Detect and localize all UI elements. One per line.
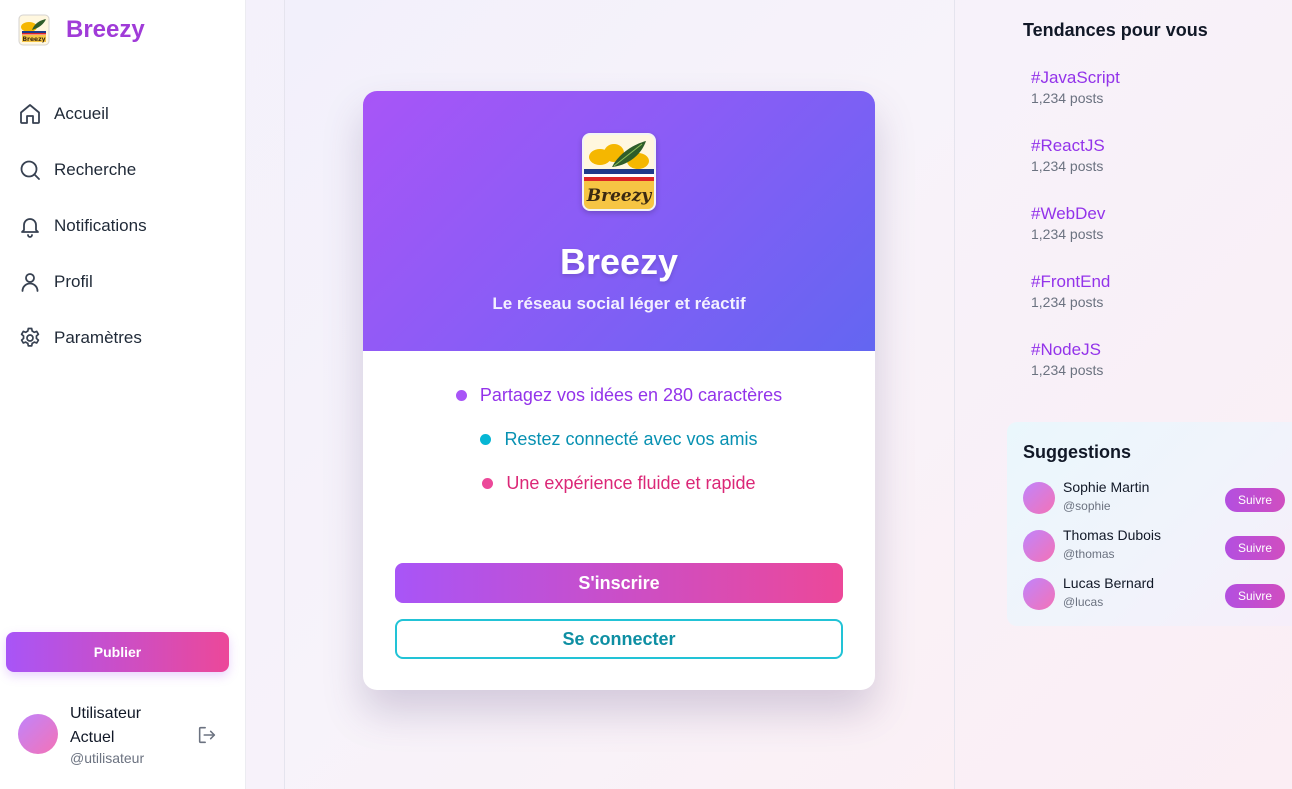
avatar[interactable] xyxy=(1023,482,1055,514)
gear-icon xyxy=(20,327,40,347)
breezy-logo-icon: Breezy xyxy=(582,133,656,211)
follow-button[interactable]: Suivre xyxy=(1225,584,1285,608)
bullet-dot-icon xyxy=(480,433,492,445)
sidebar-item-recherche[interactable]: Recherche xyxy=(18,156,147,184)
sidebar-item-label: Accueil xyxy=(54,104,109,123)
trend-item[interactable]: #NodeJS 1,234 posts xyxy=(1031,340,1283,388)
feature-text: Partagez vos idées en 280 caractères xyxy=(479,384,783,405)
avatar xyxy=(18,714,58,754)
breezy-logo-icon: Breezy xyxy=(18,14,50,46)
welcome-subtitle: Le réseau social léger et réactif xyxy=(492,294,746,313)
signup-button[interactable]: S'inscrire xyxy=(395,563,843,603)
trend-count: 1,234 posts xyxy=(1031,158,1104,174)
suggestions-title: Suggestions xyxy=(1023,442,1132,462)
feature-text: Une expérience fluide et rapide xyxy=(506,472,756,493)
trend-item[interactable]: #ReactJS 1,234 posts xyxy=(1031,136,1283,184)
trend-item[interactable]: #WebDev 1,234 posts xyxy=(1031,204,1283,252)
suggestion-name[interactable]: Sophie Martin xyxy=(1063,479,1149,495)
sidebar-item-parametres[interactable]: Paramètres xyxy=(18,324,147,352)
trend-item[interactable]: #JavaScript 1,234 posts xyxy=(1031,68,1283,116)
sidebar-item-label: Paramètres xyxy=(54,328,142,347)
trend-item[interactable]: #FrontEnd 1,234 posts xyxy=(1031,272,1283,320)
trend-count: 1,234 posts xyxy=(1031,90,1104,106)
welcome-card: Breezy Breezy Le réseau social léger et … xyxy=(363,91,875,690)
feature-item: Une expérience fluide et rapide xyxy=(363,469,875,497)
suggestion-handle: @sophie xyxy=(1063,499,1111,513)
current-user[interactable]: Utilisateur Actuel @utilisateur xyxy=(18,702,228,768)
logout-icon[interactable] xyxy=(196,724,218,746)
bullet-dot-icon xyxy=(482,477,494,489)
user-name: Utilisateur Actuel xyxy=(70,705,142,746)
sidebar-item-label: Profil xyxy=(54,272,93,291)
sidebar-item-accueil[interactable]: Accueil xyxy=(18,100,147,128)
suggestion-row: Thomas Dubois @thomas Suivre xyxy=(1023,526,1285,566)
login-button[interactable]: Se connecter xyxy=(395,619,843,659)
sidebar-item-label: Notifications xyxy=(54,216,147,235)
suggestion-name[interactable]: Lucas Bernard xyxy=(1063,575,1154,591)
trend-count: 1,234 posts xyxy=(1031,226,1104,242)
follow-button[interactable]: Suivre xyxy=(1225,536,1285,560)
suggestion-row: Sophie Martin @sophie Suivre xyxy=(1023,478,1285,518)
sidebar-item-label: Recherche xyxy=(54,160,137,179)
trend-tag[interactable]: #FrontEnd xyxy=(1031,272,1283,292)
trend-tag[interactable]: #JavaScript xyxy=(1031,68,1283,88)
welcome-hero: Breezy Breezy Le réseau social léger et … xyxy=(363,91,875,351)
follow-button[interactable]: Suivre xyxy=(1225,488,1285,512)
main-nav: Accueil Recherche Notifications Profil P… xyxy=(18,100,147,380)
brand[interactable]: Breezy Breezy xyxy=(18,14,145,46)
search-icon xyxy=(20,160,40,180)
brand-name: Breezy xyxy=(66,16,145,43)
sidebar-item-notifications[interactable]: Notifications xyxy=(18,212,147,240)
suggestion-handle: @thomas xyxy=(1063,547,1115,561)
feature-item: Partagez vos idées en 280 caractères xyxy=(363,381,875,409)
avatar[interactable] xyxy=(1023,530,1055,562)
suggestions-panel: Suggestions Sophie Martin @sophie Suivre… xyxy=(1007,422,1292,626)
publish-button[interactable]: Publier xyxy=(6,632,229,672)
user-handle: @utilisateur xyxy=(70,750,145,766)
suggestion-handle: @lucas xyxy=(1063,595,1104,609)
suggestion-name[interactable]: Thomas Dubois xyxy=(1063,527,1161,543)
avatar[interactable] xyxy=(1023,578,1055,610)
sidebar-item-profil[interactable]: Profil xyxy=(18,268,147,296)
home-icon xyxy=(20,104,40,124)
feature-list: Partagez vos idées en 280 caractères Res… xyxy=(363,381,875,513)
welcome-title: Breezy xyxy=(559,241,679,282)
feature-text: Restez connecté avec vos amis xyxy=(504,428,758,449)
logo-wordmark: Breezy xyxy=(586,186,653,206)
trend-count: 1,234 posts xyxy=(1031,294,1104,310)
suggestion-row: Lucas Bernard @lucas Suivre xyxy=(1023,574,1285,614)
svg-text:Breezy: Breezy xyxy=(22,36,45,43)
trend-tag[interactable]: #ReactJS xyxy=(1031,136,1283,156)
feature-item: Restez connecté avec vos amis xyxy=(363,425,875,453)
trend-tag[interactable]: #NodeJS xyxy=(1031,340,1283,360)
trends-panel: Tendances pour vous #JavaScript 1,234 po… xyxy=(1023,20,1283,388)
trend-tag[interactable]: #WebDev xyxy=(1031,204,1283,224)
sidebar: Breezy Breezy Accueil Recherche Notifica… xyxy=(0,0,246,789)
bell-icon xyxy=(21,218,39,238)
trend-count: 1,234 posts xyxy=(1031,362,1104,378)
bullet-dot-icon xyxy=(455,389,467,401)
user-icon xyxy=(21,273,39,292)
trends-title: Tendances pour vous xyxy=(1023,20,1208,40)
